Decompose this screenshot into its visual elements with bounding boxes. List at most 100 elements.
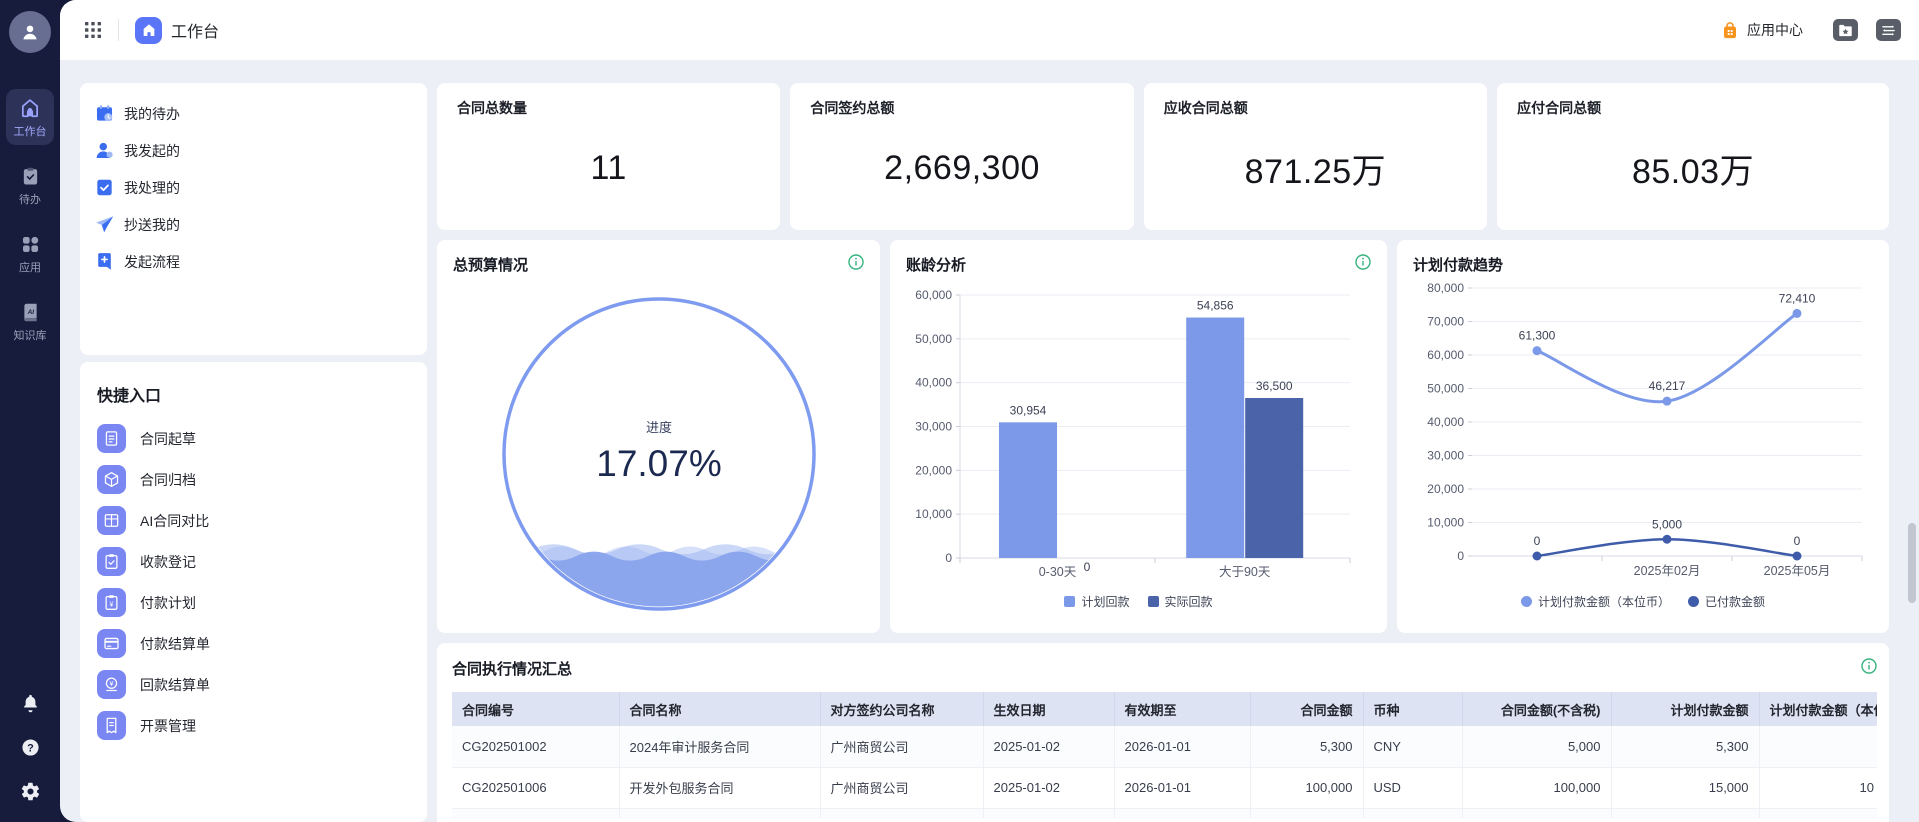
quick-entry-contract-draft[interactable]: 合同起草	[97, 418, 427, 459]
quick-entry-receipt-register[interactable]: 收款登记	[97, 541, 427, 582]
user-avatar[interactable]	[9, 11, 51, 53]
menu-item-cc-me[interactable]: 抄送我的	[94, 206, 427, 243]
table-row-partial	[452, 808, 1877, 818]
svg-text:2025年05月: 2025年05月	[1764, 564, 1831, 578]
legend-label: 已付款金额	[1705, 595, 1766, 609]
info-icon[interactable]	[1861, 658, 1877, 674]
legend-item[interactable]: 已付款金额	[1688, 593, 1765, 610]
svg-text:0: 0	[1534, 534, 1541, 548]
workbench-home-icon[interactable]	[135, 16, 162, 44]
svg-text:54,856: 54,856	[1197, 299, 1234, 313]
legend-item[interactable]: 实际回款	[1147, 593, 1213, 610]
legend-item[interactable]: 计划回款	[1064, 593, 1130, 610]
menu-item-my-initiated[interactable]: 我发起的	[94, 132, 427, 169]
svg-text:AI: AI	[26, 309, 34, 316]
menu-item-my-processed[interactable]: 我处理的	[94, 169, 427, 206]
sidebar-item-label: 待办	[19, 194, 41, 206]
main-area: 工作台 应用中心 我的待办 我发起的 我处理的 抄送我的 发起流程 快捷入口 合…	[60, 0, 1919, 822]
aging-analysis-title: 账龄分析	[906, 257, 967, 274]
my-processed-icon	[94, 177, 115, 198]
todo-icon	[20, 166, 41, 187]
stat-title: 合同签约总额	[810, 100, 895, 116]
svg-text:50,000: 50,000	[1427, 382, 1464, 396]
svg-text:70,000: 70,000	[1427, 315, 1464, 329]
table-row[interactable]: CG202501002 2024年审计服务合同 广州商贸公司 2025-01-02 20…	[452, 726, 1877, 768]
svg-text:0: 0	[1794, 534, 1801, 548]
topbar-divider	[118, 19, 119, 41]
table-cell: 100,000	[1462, 767, 1612, 809]
receipt-register-icon	[97, 547, 126, 576]
sidebar-item-workbench[interactable]: 工作台	[6, 89, 54, 145]
info-icon[interactable]	[848, 254, 864, 270]
quick-entry-label: 收款登记	[140, 553, 196, 570]
menu-item-my-todo[interactable]: 我的待办	[94, 95, 427, 132]
app-root: 工作台 待办 应用 AI 知识库 ? 工作台 应用中心 我的待办 我发起的 我处…	[0, 0, 1919, 822]
quick-entry-label: 合同起草	[140, 430, 196, 447]
app-center-bag-icon	[1720, 20, 1740, 41]
svg-text:17.07%: 17.07%	[596, 443, 722, 484]
help-icon[interactable]: ?	[20, 737, 41, 758]
contract-exec-table: 合同编号 合同名称 对方签约公司名称 生效日期 有效期至 合同金额 币种 合同金额(不含税) 计…	[452, 692, 1877, 818]
menu-item-label: 我发起的	[124, 142, 180, 159]
quick-entry-card: 快捷入口 合同起草 合同归档 AI合同对比 收款登记 ¥ 付款计划 付款结算单 …	[80, 362, 427, 822]
quick-entry-payment-plan[interactable]: ¥ 付款计划	[97, 582, 427, 623]
column-header: 对方签约公司名称	[820, 692, 984, 726]
aging-analysis-chart: 0 10,000 20,000 30,000 40,000 50,000 60,000 30,…	[915, 288, 1351, 579]
info-icon[interactable]	[1355, 254, 1371, 270]
quick-entry-invoice-management[interactable]: 开票管理	[97, 705, 427, 746]
payment-trend-chart: 0 10,000 20,000 30,000 40,000 50,000 60,000 70,…	[1427, 281, 1863, 578]
sidebar-item-todo[interactable]: 待办	[6, 158, 54, 213]
contract-exec-title: 合同执行情况汇总	[452, 661, 573, 678]
menu-item-start-flow[interactable]: 发起流程	[94, 243, 427, 280]
menu-item-label: 我的待办	[124, 105, 180, 122]
quick-entry-ai-contract-compare[interactable]: AI合同对比	[97, 500, 427, 541]
bell-icon[interactable]	[20, 693, 41, 714]
receipt-settlement-icon: ¥	[97, 670, 126, 699]
svg-text:36,500: 36,500	[1256, 379, 1293, 393]
quick-entry-contract-archive[interactable]: 合同归档	[97, 459, 427, 500]
sidebar-nav: 工作台 待办 应用 AI 知识库	[0, 89, 60, 349]
contract-draft-icon	[97, 424, 126, 453]
column-header: 币种	[1363, 692, 1463, 726]
favorites-folder-icon[interactable]	[1833, 19, 1858, 41]
svg-text:80,000: 80,000	[1427, 281, 1464, 295]
app-center-button[interactable]: 应用中心	[1720, 20, 1803, 41]
quick-entry-payment-settlement[interactable]: 付款结算单	[97, 623, 427, 664]
svg-text:60,000: 60,000	[915, 288, 952, 302]
sidebar-item-apps[interactable]: 应用	[6, 226, 54, 281]
column-header: 合同金额	[1250, 692, 1364, 726]
svg-text:30,000: 30,000	[1427, 449, 1464, 463]
table-cell: 广州商贸公司	[820, 767, 984, 809]
quick-entry-label: AI合同对比	[140, 512, 210, 529]
table-row[interactable]: CG202501006 开发外包服务合同 广州商贸公司 2025-01-02 2026-…	[452, 767, 1877, 809]
svg-text:46,217: 46,217	[1649, 379, 1686, 393]
svg-text:60,000: 60,000	[1427, 348, 1464, 362]
sidebar-item-knowledge[interactable]: AI 知识库	[6, 294, 54, 349]
legend-swatch	[1147, 596, 1159, 607]
sidebar: 工作台 待办 应用 AI 知识库 ?	[0, 0, 60, 822]
left-column: 我的待办 我发起的 我处理的 抄送我的 发起流程 快捷入口 合同起草 合同归档 …	[80, 83, 427, 822]
legend-item[interactable]: 计划付款金额（本位币）	[1520, 593, 1670, 610]
settings-gear-icon[interactable]	[20, 781, 41, 802]
svg-text:0-30天: 0-30天	[1039, 565, 1077, 579]
list-settings-icon[interactable]	[1876, 19, 1901, 41]
table-cell: 2026-01-01	[1114, 767, 1251, 809]
stats-row: 合同总数量 11 合同签约总额 2,669,300 应收合同总额 871.25万 应付…	[437, 83, 1889, 230]
svg-text:40,000: 40,000	[1427, 415, 1464, 429]
sidebar-item-label: 知识库	[13, 330, 47, 342]
right-column: 合同总数量 11 合同签约总额 2,669,300 应收合同总额 871.25万 应付…	[437, 83, 1889, 822]
stat-value: 11	[590, 149, 627, 187]
invoice-management-icon	[97, 711, 126, 740]
quick-entry-receipt-settlement[interactable]: ¥ 回款结算单	[97, 664, 427, 705]
svg-text:72,410: 72,410	[1779, 291, 1816, 305]
task-menu-card: 我的待办 我发起的 我处理的 抄送我的 发起流程	[80, 83, 427, 355]
table-cell: 15,000	[1611, 767, 1760, 809]
svg-text:20,000: 20,000	[915, 463, 952, 477]
aging-analysis-card: 账龄分析 0 10,000 20,000 30,000 40,000 50,000 60,0…	[890, 240, 1387, 633]
apps-icon	[20, 234, 41, 255]
cc-me-icon	[94, 214, 115, 235]
table-cell	[1759, 726, 1877, 768]
app-grid-icon[interactable]	[84, 21, 102, 39]
vertical-scrollbar[interactable]	[1908, 523, 1916, 603]
app-center-label: 应用中心	[1747, 22, 1803, 38]
